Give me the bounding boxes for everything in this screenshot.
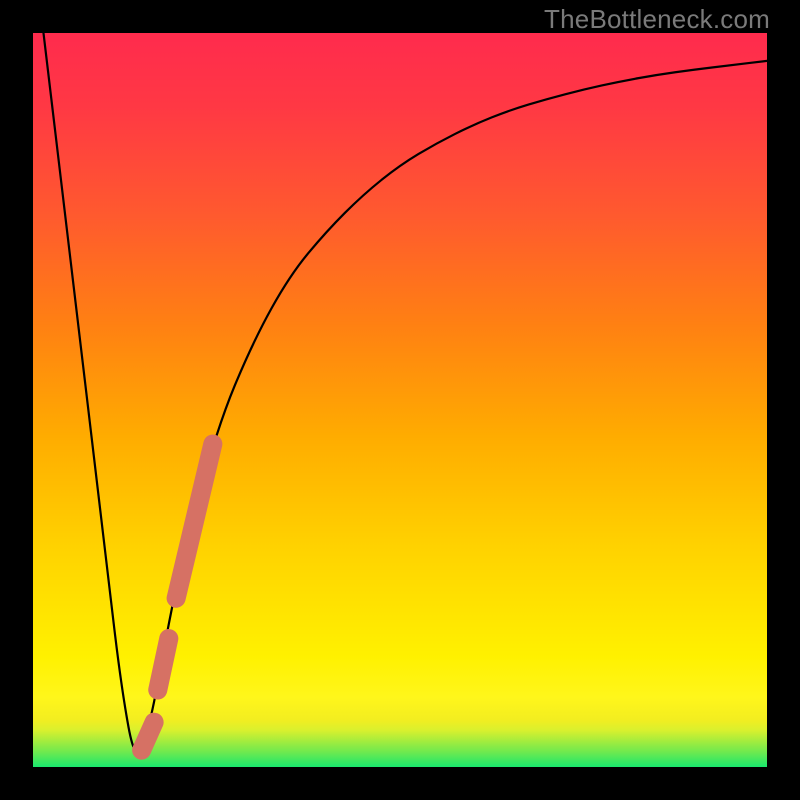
- plot-area: [33, 33, 767, 767]
- watermark-text: TheBottleneck.com: [544, 4, 770, 35]
- chart-svg: [33, 33, 767, 767]
- salmon-marker-dot: [142, 722, 154, 750]
- salmon-marker-mid: [158, 639, 169, 690]
- chart-frame: TheBottleneck.com: [0, 0, 800, 800]
- gradient-background: [33, 33, 767, 767]
